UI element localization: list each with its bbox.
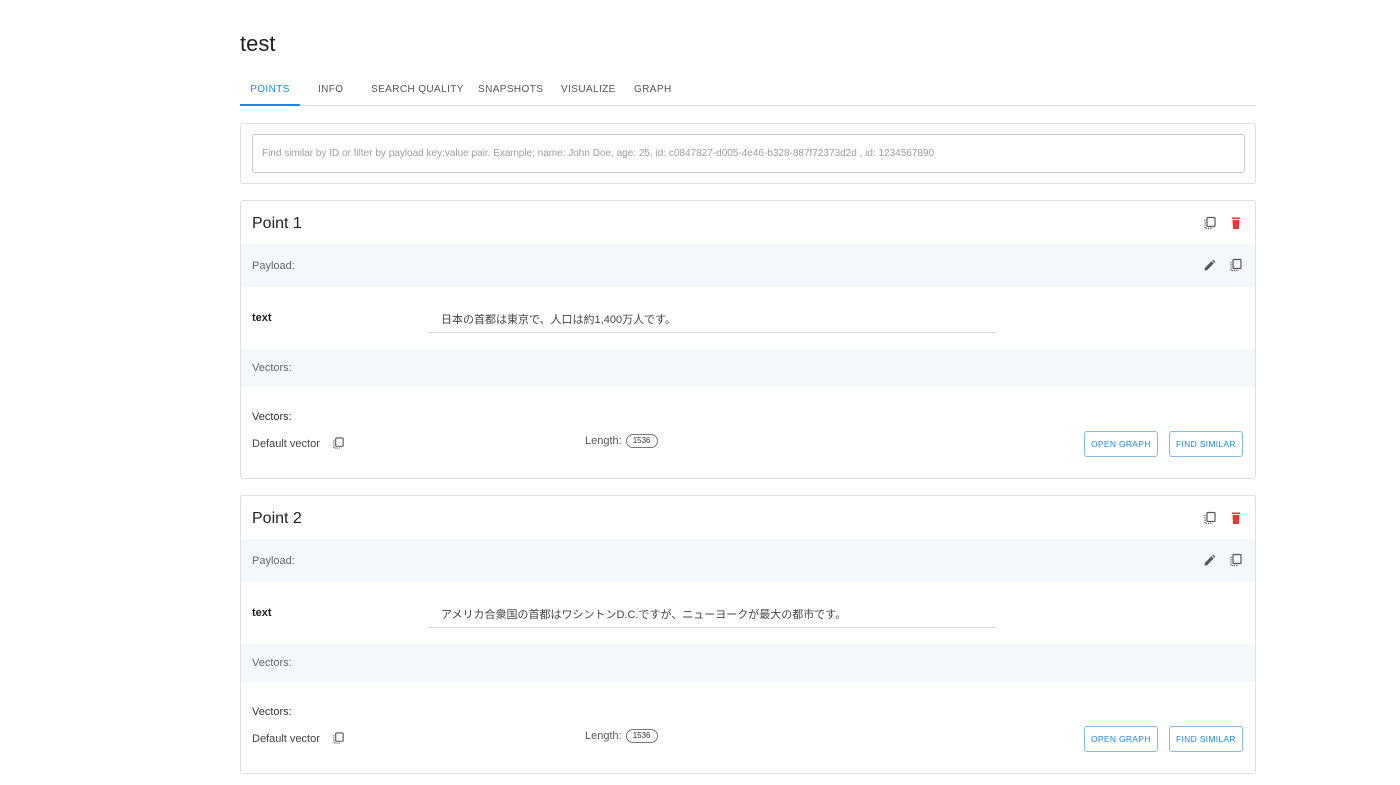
copy-icon[interactable]: [1229, 258, 1243, 272]
open-graph-button[interactable]: OPEN GRAPH: [1084, 431, 1158, 457]
vectors-heading: Vectors:: [252, 411, 292, 423]
point-title: Point 2: [252, 510, 302, 527]
open-graph-button[interactable]: OPEN GRAPH: [1084, 726, 1158, 752]
payload-divider: [427, 332, 997, 333]
tab-visualize[interactable]: VISUALIZE: [561, 76, 616, 106]
tab-graph[interactable]: GRAPH: [634, 76, 672, 106]
payload-label: Payload:: [252, 555, 295, 567]
payload-value[interactable]: 日本の首都は東京で、人口は約1,400万人です。: [441, 311, 676, 327]
vector-length: Length: 1536: [585, 729, 658, 743]
search-card: [240, 123, 1256, 184]
vector-name: Default vector: [252, 438, 320, 450]
trash-icon[interactable]: [1229, 216, 1243, 230]
length-label: Length:: [585, 435, 622, 447]
payload-value[interactable]: アメリカ合衆国の首都はワシントンD.C.ですが、ニューヨークが最大の都市です。: [441, 606, 846, 622]
copy-icon[interactable]: [1229, 553, 1243, 567]
tab-points[interactable]: POINTS: [240, 76, 300, 106]
find-similar-button[interactable]: FIND SIMILAR: [1169, 431, 1243, 457]
payload-header: Payload:: [241, 539, 1255, 582]
trash-icon[interactable]: [1229, 511, 1243, 525]
tab-info[interactable]: INFO: [318, 76, 344, 106]
vectors-heading: Vectors:: [252, 706, 292, 718]
find-similar-button[interactable]: FIND SIMILAR: [1169, 726, 1243, 752]
point-title: Point 1: [252, 215, 302, 232]
copy-icon[interactable]: [1203, 511, 1217, 525]
copy-icon[interactable]: [332, 731, 345, 745]
search-input[interactable]: [252, 134, 1245, 173]
payload-key: text: [252, 607, 272, 619]
pencil-icon[interactable]: [1203, 554, 1216, 567]
payload-key: text: [252, 312, 272, 324]
vectors-band-label: Vectors:: [252, 362, 292, 374]
length-chip: 1536: [625, 434, 658, 448]
payload-label: Payload:: [252, 260, 295, 272]
length-chip: 1536: [625, 729, 658, 743]
page-title: test: [240, 31, 276, 56]
tab-search-quality[interactable]: SEARCH QUALITY: [371, 76, 464, 106]
vector-length: Length: 1536: [585, 434, 658, 448]
payload-header: Payload:: [241, 244, 1255, 287]
tab-bar: POINTS INFO SEARCH QUALITY SNAPSHOTS VIS…: [240, 76, 1256, 106]
vectors-header: Vectors:: [241, 349, 1255, 387]
point-card: Point 2 Payload: text アメリカ合衆国の首都はワシントンD.…: [240, 495, 1256, 774]
point-card: Point 1 Payload: text 日本の首都は東京で、人口は約1,40…: [240, 200, 1256, 479]
payload-divider: [427, 627, 997, 628]
vectors-band-label: Vectors:: [252, 657, 292, 669]
vector-name: Default vector: [252, 733, 320, 745]
vectors-header: Vectors:: [241, 644, 1255, 682]
pencil-icon[interactable]: [1203, 259, 1216, 272]
length-label: Length:: [585, 730, 622, 742]
copy-icon[interactable]: [332, 436, 345, 450]
tab-snapshots[interactable]: SNAPSHOTS: [478, 76, 543, 106]
copy-icon[interactable]: [1203, 216, 1217, 230]
